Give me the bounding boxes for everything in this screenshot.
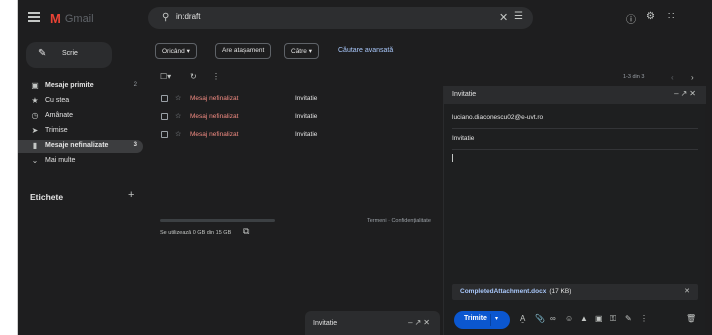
- sidebar-item-inbox[interactable]: ▣ Mesaje primite 2: [18, 80, 143, 93]
- send-divider: [490, 314, 491, 326]
- to-field[interactable]: luciano.diaconescu02@e-uvt.ro: [452, 114, 543, 121]
- compose-title: Invitatie: [452, 91, 477, 98]
- logo-text: Gmail: [64, 12, 94, 25]
- discard-draft-icon[interactable]: 🗑: [686, 314, 696, 323]
- star-icon: ★: [31, 96, 39, 105]
- gmail-logo[interactable]: M Gmail: [50, 11, 94, 26]
- divider: [452, 128, 698, 129]
- logo-m: M: [50, 11, 61, 26]
- storage-bar: [160, 219, 275, 222]
- more-options-icon[interactable]: ⋮: [640, 314, 648, 323]
- sidebar-item-label: Mai multe: [45, 157, 76, 164]
- sidebar-item-more[interactable]: ⌄ Mai multe: [18, 155, 143, 168]
- attach-file-icon[interactable]: 📎: [535, 314, 545, 323]
- compose-header[interactable]: Invitatie –↗✕: [444, 86, 706, 104]
- filter-chip-anytime[interactable]: Oricând ▾: [155, 43, 197, 59]
- send-label: Trimite: [464, 315, 487, 322]
- row-subject: Invitatie: [295, 95, 318, 102]
- subject-field[interactable]: Invitatie: [452, 135, 474, 142]
- filter-chip-to[interactable]: Către ▾: [284, 43, 319, 59]
- select-all-checkbox[interactable]: ☐▾: [160, 72, 171, 81]
- minimized-title: Invitatie: [313, 320, 338, 327]
- row-checkbox[interactable]: [161, 113, 168, 120]
- search-bar[interactable]: ⚲ in:draft ✕ ☰: [148, 7, 533, 29]
- minimized-draft[interactable]: Invitatie –↗✕: [305, 311, 440, 335]
- apps-icon[interactable]: ∷: [668, 11, 674, 22]
- sidebar-item-label: Mesaje primite: [45, 82, 94, 89]
- sidebar-item-snoozed[interactable]: ◷ Amânate: [18, 110, 143, 123]
- settings-icon[interactable]: ⚙: [646, 11, 655, 22]
- advanced-search-link[interactable]: Căutare avansată: [338, 47, 393, 54]
- sidebar-item-sent[interactable]: ➤ Trimise: [18, 125, 143, 138]
- sidebar-item-count: 2: [133, 82, 137, 88]
- send-button[interactable]: Trimite ▾: [454, 311, 510, 329]
- help-icon[interactable]: ⓘ: [626, 11, 636, 26]
- compose-label: Scrie: [62, 50, 78, 57]
- table-row[interactable]: ☆ Mesaj nefinalizat Invitatie: [155, 128, 450, 142]
- clock-icon: ◷: [31, 111, 39, 120]
- compose-button[interactable]: ✎ Scrie: [26, 42, 112, 68]
- star-icon[interactable]: ☆: [175, 130, 181, 138]
- sidebar-item-label: Trimise: [45, 127, 68, 134]
- send-options-icon[interactable]: ▾: [495, 315, 498, 322]
- divider: [452, 149, 698, 150]
- row-checkbox[interactable]: [161, 131, 168, 138]
- attachment-name: CompletedAttachment.docx: [460, 288, 547, 295]
- search-icon[interactable]: ⚲: [162, 12, 169, 23]
- row-sender: Mesaj nefinalizat: [190, 95, 239, 102]
- clear-icon[interactable]: ✕: [499, 11, 508, 24]
- search-input[interactable]: in:draft: [176, 12, 200, 21]
- table-row[interactable]: ☆ Mesaj nefinalizat Invitatie: [155, 92, 450, 106]
- more-options-icon[interactable]: ⋮: [212, 72, 220, 81]
- lock-icon[interactable]: ⚿: [610, 314, 616, 324]
- attachment-chip[interactable]: CompletedAttachment.docx (17 KB) ✕: [452, 284, 698, 300]
- next-page-icon[interactable]: ›: [691, 73, 694, 82]
- format-text-icon[interactable]: A̱: [520, 314, 525, 323]
- row-subject: Invitatie: [295, 113, 318, 120]
- gmail-window: M Gmail ⚲ in:draft ✕ ☰ ⓘ ⚙ ∷ ✎ Scrie ▣ M…: [18, 0, 712, 335]
- draft-icon: ▮: [32, 141, 38, 150]
- attachment-size: (17 KB): [549, 288, 572, 295]
- photo-icon[interactable]: ▣: [595, 314, 603, 323]
- terms-link[interactable]: Termeni · Confidențialitate: [367, 218, 431, 224]
- row-sender: Mesaj nefinalizat: [190, 113, 239, 120]
- remove-attachment-icon[interactable]: ✕: [684, 287, 690, 295]
- inbox-icon: ▣: [31, 81, 39, 90]
- storage-text: Se utilizează 0 GB din 15 GB: [160, 230, 232, 236]
- row-subject: Invitatie: [295, 131, 318, 138]
- row-checkbox[interactable]: [161, 95, 168, 102]
- row-sender: Mesaj nefinalizat: [190, 131, 239, 138]
- add-label-button[interactable]: +: [128, 189, 134, 201]
- sidebar-item-count: 3: [133, 142, 137, 148]
- signature-icon[interactable]: ✎: [625, 314, 632, 323]
- external-link-icon[interactable]: ⧉: [243, 226, 249, 237]
- sidebar-item-label: Amânate: [45, 112, 74, 119]
- window-controls[interactable]: –↗✕: [674, 89, 698, 98]
- link-icon[interactable]: ∞: [550, 314, 556, 323]
- refresh-icon[interactable]: ↻: [190, 72, 197, 81]
- filter-chip-has-attachment[interactable]: Are atașament: [215, 43, 272, 59]
- prev-page-icon[interactable]: ‹: [671, 73, 674, 82]
- sidebar-item-starred[interactable]: ★ Cu stea: [18, 95, 143, 108]
- left-border: [0, 0, 18, 335]
- table-row[interactable]: ☆ Mesaj nefinalizat Invitatie: [155, 110, 450, 124]
- star-icon[interactable]: ☆: [175, 112, 181, 120]
- pagination-text: 1-3 din 3: [623, 74, 645, 80]
- sidebar-item-label: Mesaje nefinalizate: [45, 142, 109, 149]
- filter-options-icon[interactable]: ☰: [514, 11, 523, 22]
- drive-icon[interactable]: ▲: [580, 314, 588, 323]
- text-cursor: [452, 154, 453, 162]
- pencil-icon: ✎: [38, 48, 47, 59]
- labels-heading: Etichete: [30, 192, 64, 202]
- sidebar-item-label: Cu stea: [45, 97, 70, 104]
- emoji-icon[interactable]: ☺: [565, 314, 573, 323]
- star-icon[interactable]: ☆: [175, 94, 181, 102]
- compose-window: Invitatie –↗✕ luciano.diaconescu02@e-uvt…: [443, 86, 706, 335]
- sidebar-item-drafts[interactable]: ▮ Mesaje nefinalizate 3: [18, 140, 143, 153]
- send-icon: ➤: [31, 126, 39, 135]
- chevron-down-icon: ⌄: [31, 156, 39, 165]
- attachment-name-wrap: CompletedAttachment.docx (17 KB): [460, 288, 571, 295]
- window-controls[interactable]: –↗✕: [408, 318, 432, 327]
- menu-icon[interactable]: [28, 12, 40, 22]
